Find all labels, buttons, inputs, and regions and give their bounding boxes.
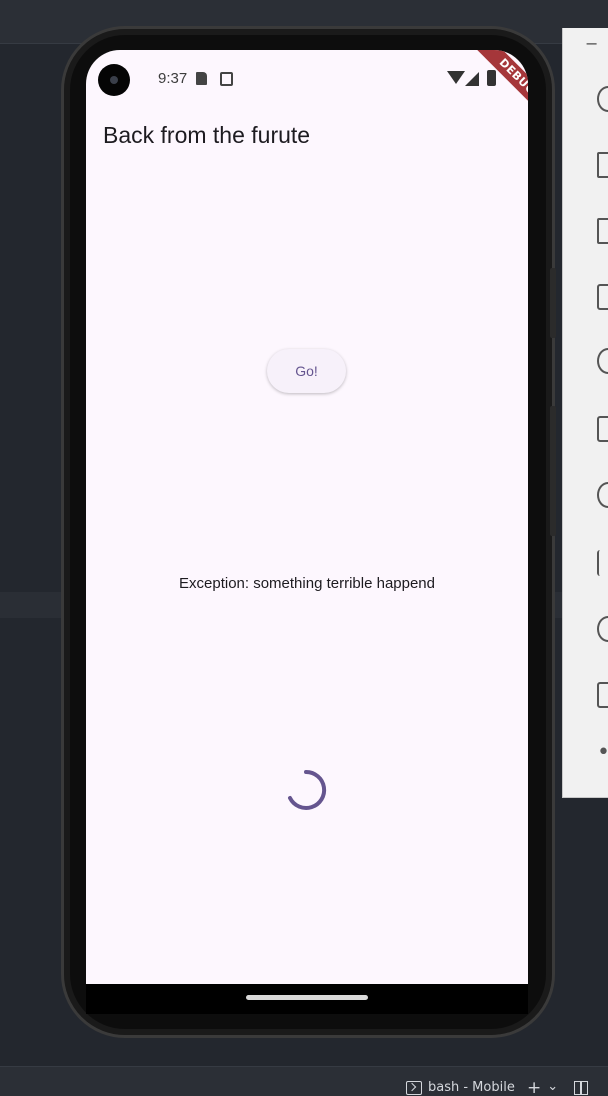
rotate-right-icon[interactable] <box>597 482 608 508</box>
terminal-tab[interactable]: bash - Mobile <box>406 1080 515 1095</box>
rotate-left-icon[interactable] <box>597 416 608 442</box>
overview-icon[interactable] <box>597 682 608 708</box>
debug-ribbon-clip: DEBUG <box>86 50 528 170</box>
terminal-icon <box>406 1080 422 1095</box>
loading-spinner-icon <box>288 769 327 810</box>
add-terminal-icon[interactable]: + <box>527 1078 541 1096</box>
chevron-down-icon[interactable]: ⌄ <box>547 1079 558 1096</box>
zoom-icon[interactable] <box>597 348 608 374</box>
phone-power-button <box>550 268 556 338</box>
home-gesture-handle[interactable] <box>246 995 368 1000</box>
home-icon[interactable] <box>597 616 608 642</box>
back-icon[interactable] <box>597 550 608 576</box>
volume-up-icon[interactable] <box>597 152 608 178</box>
minimize-icon[interactable]: − <box>585 34 598 53</box>
terminal-tab-label: bash - Mobile <box>428 1080 515 1095</box>
camera-icon[interactable] <box>597 284 608 310</box>
emulator-toolbar: − •• <box>562 28 608 798</box>
terminal-actions: + ⌄ <box>527 1078 589 1096</box>
ide-terminal-bar <box>0 1066 608 1096</box>
app-screen <box>86 50 528 984</box>
wifi-icon <box>447 71 465 84</box>
go-button[interactable]: Go! <box>267 349 346 393</box>
page-title: Back from the furute <box>103 122 311 148</box>
more-icon[interactable]: •• <box>597 740 608 765</box>
screenshot-notification-icon <box>220 72 233 86</box>
phone-volume-button <box>550 406 556 536</box>
signal-icon <box>465 72 479 86</box>
error-message: Exception: something terrible happend <box>179 575 435 592</box>
power-icon[interactable] <box>597 86 608 112</box>
battery-icon <box>487 70 496 86</box>
front-camera <box>98 64 130 96</box>
split-terminal-icon[interactable] <box>574 1081 589 1095</box>
debug-banner: DEBUG <box>471 50 528 123</box>
status-time: 9:37 <box>158 70 188 87</box>
volume-down-icon[interactable] <box>597 218 608 244</box>
sd-card-icon <box>196 72 207 85</box>
